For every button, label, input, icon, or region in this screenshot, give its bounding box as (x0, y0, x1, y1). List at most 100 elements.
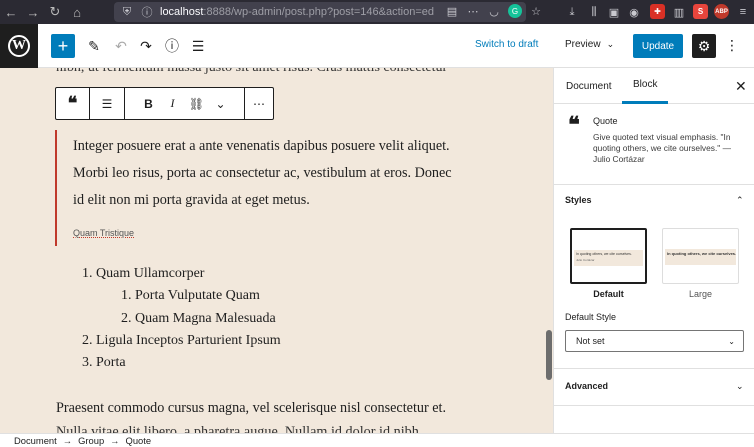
add-block-button[interactable]: + (51, 34, 75, 58)
default-style-label: Default Style (565, 312, 617, 322)
quote-citation[interactable]: Quam Tristique (73, 228, 134, 238)
list-item[interactable]: 2. Quam Magna Malesuada (121, 311, 276, 327)
bookmark-star-icon[interactable]: ☆ (529, 4, 543, 18)
outline-list-icon[interactable]: ☰ (188, 36, 208, 56)
link-icon[interactable]: ⛓ (185, 92, 209, 116)
switch-to-draft-button[interactable]: Switch to draft (475, 39, 538, 50)
tab-document[interactable]: Document (566, 68, 612, 104)
block-card: ❝ Quote Give quoted text visual emphasis… (554, 105, 754, 185)
editor-header: W + ✎ ↶ ↷ ⓘ ☰ Switch to draft Preview ⌄ U… (0, 24, 754, 68)
list-item[interactable]: 1. Quam Ullamcorper (82, 266, 204, 282)
list-text: Quam Ullamcorper (96, 266, 205, 281)
chevron-down-icon[interactable]: ⌄ (736, 381, 744, 392)
arrow-right-icon: → (110, 435, 120, 446)
extension-s-icon[interactable]: S (693, 4, 708, 19)
default-style-select[interactable]: Not set ⌄ (565, 330, 744, 352)
arrow-right-icon: → (62, 435, 73, 446)
list-number: 1. (121, 288, 132, 303)
list-text: Quam Magna Malesuada (135, 311, 276, 326)
quote-block[interactable]: Integer posuere erat a ante venenatis da… (55, 130, 485, 246)
style-default-option[interactable]: In quoting others, we cite ourselves. Ju… (570, 228, 647, 284)
forward-icon[interactable]: → (22, 0, 44, 24)
chevron-up-icon[interactable]: ⌃ (736, 195, 744, 206)
paragraph-block[interactable]: Praesent commodo cursus magna, vel scele… (56, 400, 446, 417)
url-path: :8888/wp-admin/post.php?post=146&action=… (203, 6, 434, 18)
back-icon[interactable]: ← (0, 0, 22, 24)
divider (554, 368, 754, 369)
block-toolbar: ❝ ☰ B I ⛓ ⌄ ⋯ (55, 87, 274, 120)
sidebar-tabs: Document Block ✕ (554, 68, 754, 104)
library-icon[interactable]: ⫼ (587, 5, 601, 19)
browser-menu-icon[interactable]: ≡ (736, 5, 750, 19)
list-item[interactable]: 3. Porta (82, 355, 126, 371)
preview-button[interactable]: Preview ⌄ (565, 39, 614, 50)
quote-text[interactable]: Integer posuere erat a ante venenatis da… (73, 133, 493, 214)
settings-sidebar: Document Block ✕ ❝ Quote Give quoted tex… (553, 68, 754, 433)
sidebar-icon[interactable]: ▣ (607, 5, 621, 19)
reader-icon[interactable]: ▤ (445, 4, 459, 18)
paragraph-block[interactable]: Nulla vitae elit libero, a pharetra augu… (56, 424, 419, 433)
chevron-down-icon: ⌄ (728, 336, 735, 346)
block-type-switcher[interactable]: ❝ (56, 88, 90, 119)
account-icon[interactable]: ◉ (627, 5, 641, 19)
style-preview-cite: Julio Cortázar (576, 258, 595, 262)
edit-pencil-icon[interactable]: ✎ (84, 36, 104, 56)
quote-line: Morbi leo risus, porta ac consectetur ac… (73, 165, 452, 181)
shield-icon: ⛨ (122, 5, 132, 18)
tab-block[interactable]: Block (622, 68, 669, 104)
style-large-label: Large (688, 289, 713, 299)
home-icon[interactable]: ⌂ (66, 0, 88, 24)
bold-icon[interactable]: B (137, 92, 161, 116)
advanced-panel-toggle[interactable]: Advanced (565, 381, 608, 391)
wordpress-logo-icon[interactable]: W (0, 24, 38, 68)
style-preview-text: In quoting others, we cite ourselves. (667, 251, 737, 256)
extension-red-icon[interactable]: ✚ (650, 4, 665, 19)
menu-dots-icon[interactable]: ⋯ (466, 4, 480, 18)
settings-gear-icon[interactable]: ⚙ (692, 34, 716, 58)
quote-line: id elit non mi porta gravida at eget met… (73, 192, 310, 208)
block-card-title: Quote (593, 116, 618, 126)
download-icon[interactable]: ⤓ (565, 5, 579, 19)
clipped-paragraph[interactable]: nibh, ut fermentum massa justo sit amet … (56, 68, 447, 76)
list-number: 1. (82, 266, 93, 281)
editor-canvas[interactable]: nibh, ut fermentum massa justo sit amet … (0, 68, 553, 433)
undo-icon[interactable]: ↶ (111, 36, 131, 56)
chevron-down-icon: ⌄ (606, 39, 615, 49)
extension-grid-icon[interactable]: ▥ (672, 5, 686, 19)
grammarly-icon[interactable]: G (508, 4, 522, 18)
list-number: 3. (82, 355, 93, 370)
list-number: 2. (121, 311, 132, 326)
styles-panel-toggle[interactable]: Styles (565, 195, 592, 205)
quote-icon: ❝ (67, 93, 78, 113)
update-button[interactable]: Update (633, 34, 683, 58)
reload-icon[interactable]: ↻ (44, 0, 66, 24)
scrollbar-thumb[interactable] (546, 330, 552, 380)
italic-icon[interactable]: I (161, 92, 185, 116)
list-text: Ligula Inceptos Parturient Ipsum (96, 333, 281, 348)
align-button[interactable]: ☰ (90, 88, 125, 119)
list-item[interactable]: 1. Porta Vulputate Quam (121, 288, 260, 304)
info-icon[interactable]: ⓘ (162, 36, 182, 56)
breadcrumb-document[interactable]: Document (14, 435, 57, 446)
pocket-icon[interactable]: ◡ (487, 4, 501, 18)
style-preview-text: In quoting others, we cite ourselves. (576, 252, 632, 256)
quote-icon: ❝ (568, 112, 580, 137)
more-horizontal-icon: ⋯ (253, 96, 265, 111)
url-host: localhost (160, 6, 204, 18)
block-card-description: Give quoted text visual emphasis. "In qu… (593, 132, 731, 164)
adblock-icon[interactable]: ABP (714, 4, 729, 19)
style-default-label: Default (593, 289, 624, 299)
list-text: Porta (96, 355, 126, 370)
format-group: B I ⛓ ⌄ (125, 88, 245, 119)
redo-icon[interactable]: ↷ (136, 36, 156, 56)
breadcrumb-group[interactable]: Group (78, 435, 104, 446)
block-more-button[interactable]: ⋯ (245, 88, 273, 119)
breadcrumb-quote[interactable]: Quote (126, 435, 152, 446)
more-options-icon[interactable]: ⋮ (725, 37, 739, 54)
close-icon[interactable]: ✕ (735, 78, 747, 95)
align-left-icon: ☰ (101, 96, 113, 111)
breadcrumb: Document → Group → Quote (0, 433, 754, 447)
chevron-down-icon[interactable]: ⌄ (209, 92, 233, 116)
style-large-option[interactable]: In quoting others, we cite ourselves. (662, 228, 739, 284)
list-item[interactable]: 2. Ligula Inceptos Parturient Ipsum (82, 333, 281, 349)
